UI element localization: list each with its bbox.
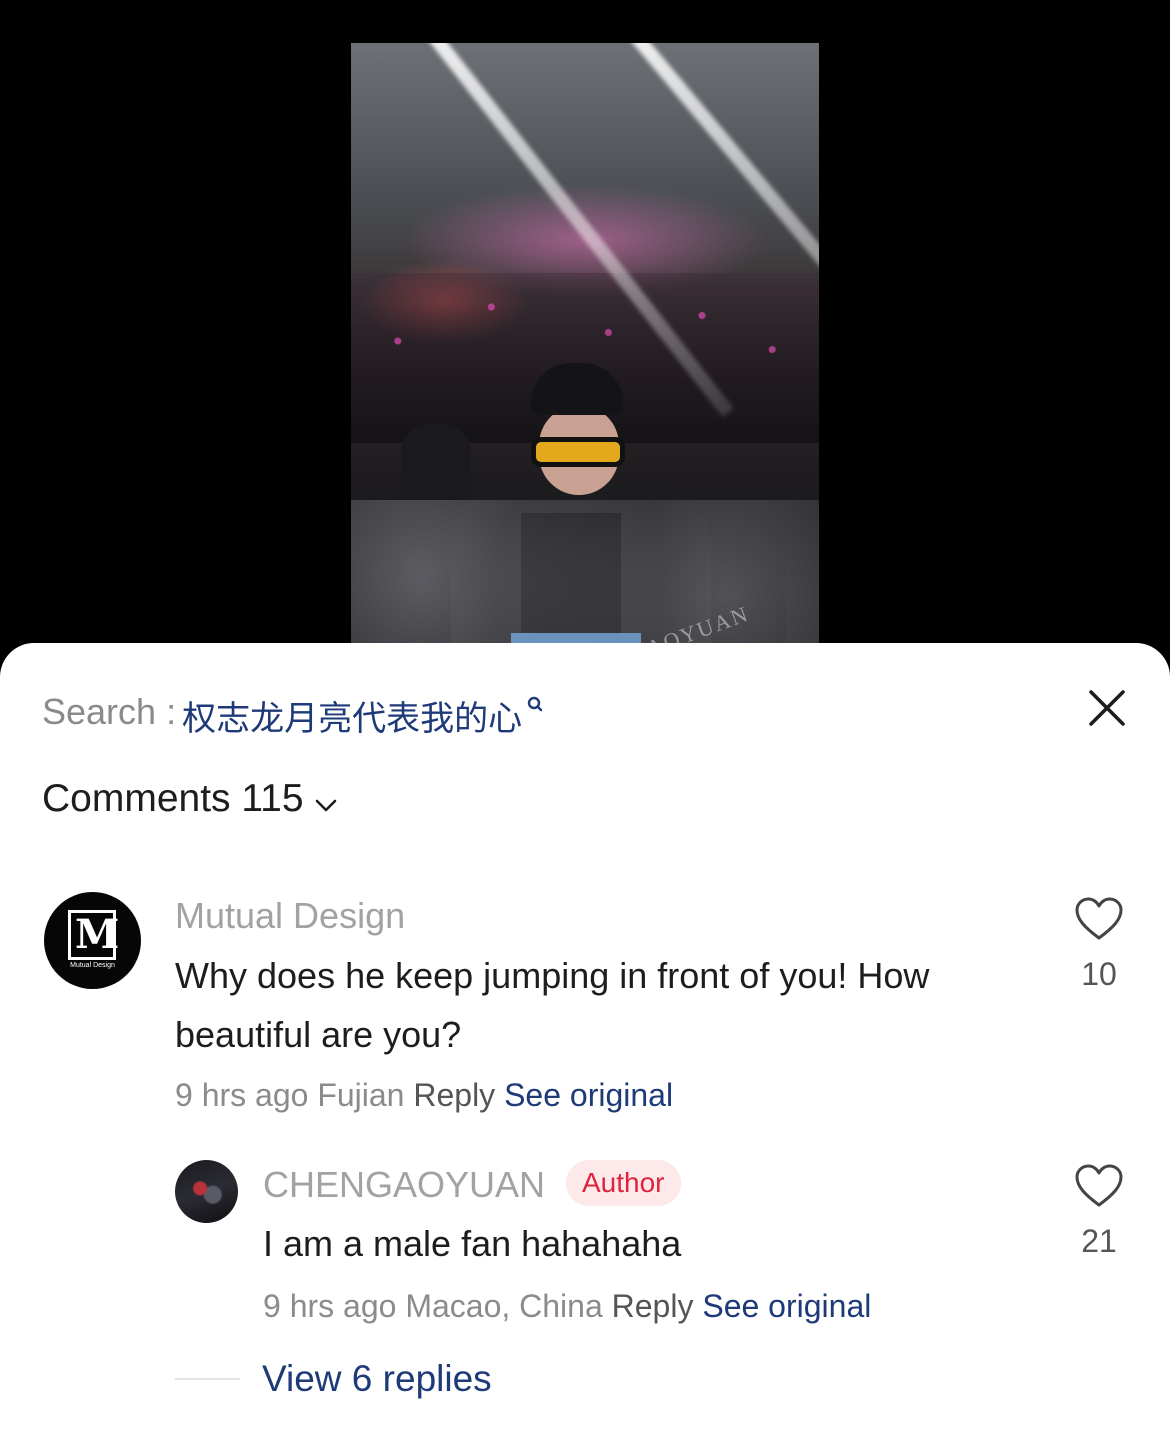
comment-text: I am a male fan hahahaha [263,1223,682,1264]
comments-count-label: Comments 115 [42,777,304,820]
performer-cap [531,363,623,415]
comment-username[interactable]: Mutual Design [175,895,405,937]
divider [175,1378,240,1380]
comment-meta: 9 hrs ago Macao, China Reply See origina… [263,1288,871,1325]
view-replies-label: View 6 replies [262,1358,492,1399]
comment-time: 9 hrs ago [175,1077,309,1113]
comment-text: Why does he keep jumping in front of you… [175,955,930,1055]
like-button[interactable]: 10 [1069,897,1129,993]
reply-button[interactable]: Reply [612,1288,694,1324]
close-button[interactable] [1086,687,1128,729]
reply-button[interactable]: Reply [413,1077,495,1113]
avatar-logo-letter: M [75,911,120,958]
comment-location: Fujian [317,1077,405,1113]
like-count: 10 [1081,956,1117,992]
avatar-logo-caption: Mutual Design [70,962,115,969]
search-icon [526,695,544,717]
search-label: Search : [42,691,177,732]
heart-icon [1075,1164,1123,1207]
confetti [351,500,819,660]
close-icon [1089,690,1125,726]
chevron-down-icon [314,779,338,823]
see-original-link[interactable]: See original [504,1077,673,1113]
like-button[interactable]: 21 [1069,1164,1129,1260]
video-frame[interactable]: CHENGAOYUAN [351,43,819,660]
avatar[interactable] [175,1160,238,1223]
comment-username[interactable]: CHENGAOYUAN [263,1164,545,1206]
video-area: CHENGAOYUAN [0,0,1170,660]
comment-time: 9 hrs ago [263,1288,397,1324]
search-suggestion[interactable]: Search : 权志龙月亮代表我的心 [42,691,544,740]
view-replies-button[interactable]: View 6 replies [175,1358,492,1400]
comment-meta: 9 hrs ago Fujian Reply See original [175,1077,673,1114]
comments-count-dropdown[interactable]: Comments 115 [42,775,338,823]
performer-sunglasses [531,437,625,467]
like-count: 21 [1081,1223,1117,1259]
comments-sheet: Search : 权志龙月亮代表我的心 Comments 115 M Mutua… [0,643,1170,1429]
heart-icon [1075,897,1123,940]
avatar[interactable]: M Mutual Design [44,892,141,989]
author-badge: Author [566,1160,681,1206]
comment-location: Macao, China [405,1288,603,1324]
see-original-link[interactable]: See original [702,1288,871,1324]
search-query[interactable]: 权志龙月亮代表我的心 [182,691,522,740]
